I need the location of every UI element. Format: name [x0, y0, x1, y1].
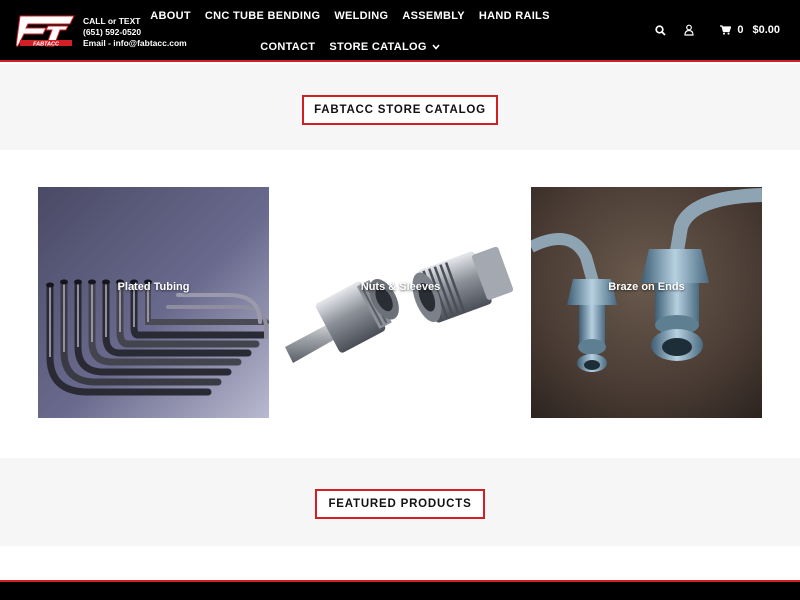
main-nav-row-1: ABOUT CNC TUBE BENDING WELDING ASSEMBLY … — [80, 9, 620, 23]
nav-hand-rails[interactable]: HAND RAILS — [479, 9, 550, 23]
nav-welding[interactable]: WELDING — [334, 9, 388, 23]
user-icon[interactable] — [684, 24, 694, 36]
plated-tubing-image — [38, 187, 269, 418]
cart-count: 0 — [737, 24, 744, 36]
catalog-tile-nuts-sleeves[interactable]: Nuts & Sleeves — [285, 187, 516, 418]
site-header: FABTACC CALL or TEXT (651) 592-0520 Emai… — [0, 0, 800, 62]
header-actions: 0 $0.00 — [655, 24, 780, 36]
nav-cnc-tube-bending[interactable]: CNC TUBE BENDING — [205, 9, 320, 23]
cart-button[interactable]: 0 $0.00 — [720, 24, 780, 36]
catalog-title: FABTACC STORE CATALOG — [302, 95, 498, 125]
braze-on-ends-image — [531, 187, 762, 418]
nav-store-catalog[interactable]: STORE CATALOG — [329, 40, 440, 55]
tile-label-braze-on-ends: Braze on Ends — [608, 281, 685, 293]
chevron-down-icon — [432, 41, 440, 55]
catalog-tiles: Plated Tubing Nuts & Sleeves Braze on En… — [0, 150, 800, 458]
main-nav-row-2: CONTACT STORE CATALOG — [80, 40, 620, 55]
tile-label-plated-tubing: Plated Tubing — [117, 281, 190, 293]
catalog-tile-braze-on-ends[interactable]: Braze on Ends — [531, 187, 762, 418]
fabtacc-logo[interactable]: FABTACC — [16, 14, 76, 48]
contact-phone[interactable]: (651) 592-0520 — [83, 27, 187, 38]
cart-total: $0.00 — [752, 24, 780, 36]
tile-label-nuts-sleeves: Nuts & Sleeves — [360, 281, 441, 293]
featured-title-band: FEATURED PRODUCTS — [0, 458, 800, 546]
site-footer — [0, 580, 800, 600]
cart-icon — [720, 25, 732, 35]
search-icon[interactable] — [655, 24, 666, 36]
nav-contact[interactable]: CONTACT — [260, 40, 315, 55]
featured-products-title: FEATURED PRODUCTS — [315, 489, 485, 519]
nuts-sleeves-image — [285, 187, 516, 418]
catalog-tile-plated-tubing[interactable]: Plated Tubing — [38, 187, 269, 418]
catalog-title-band: FABTACC STORE CATALOG — [0, 64, 800, 150]
logo-subtext: FABTACC — [33, 42, 60, 48]
nav-store-catalog-label: STORE CATALOG — [329, 41, 427, 53]
nav-assembly[interactable]: ASSEMBLY — [402, 9, 465, 23]
nav-about[interactable]: ABOUT — [150, 9, 191, 23]
